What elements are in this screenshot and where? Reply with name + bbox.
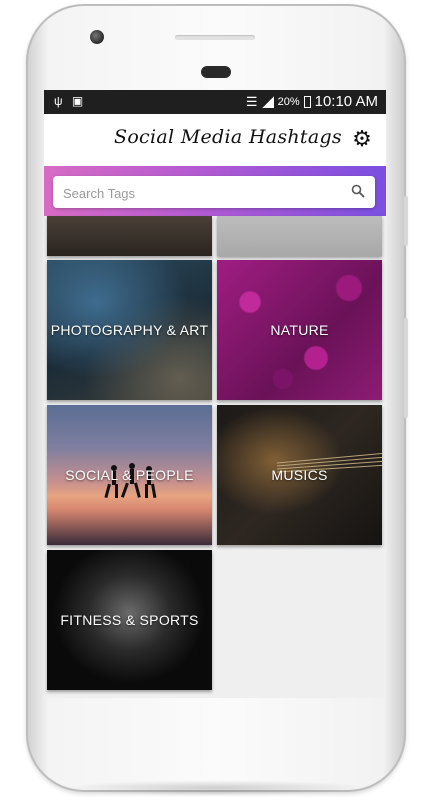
category-tile-musics[interactable]: MUSICS [217,405,382,545]
volume-button [404,196,408,246]
battery-percent: 20% [277,95,300,108]
category-tile-partial-right[interactable] [217,216,382,256]
no-sim-icon: ▣ [71,94,84,108]
category-label: FITNESS & SPORTS [60,612,199,628]
status-right: ☰ 20% 10:10 AM [246,93,378,110]
wifi-icon: ☰ [245,93,258,109]
proximity-sensor [201,66,231,78]
battery-icon [303,95,311,108]
app-title: Social Media Hashtags [114,126,342,148]
category-tile-social[interactable]: SOCIAL & PEOPLE [47,405,212,545]
earpiece-speaker [175,35,255,40]
usb-icon: ψ [54,94,63,108]
front-camera [90,30,104,44]
category-tile-fitness[interactable]: FITNESS & SPORTS [47,550,212,690]
category-tile-partial-left[interactable] [47,216,212,256]
power-button [404,318,408,418]
phone-shadow [60,780,370,796]
status-bar: ψ ▣ ☰ 20% 10:10 AM [44,90,386,114]
gear-icon[interactable]: ⚙ [350,127,374,151]
category-label: MUSICS [271,467,328,483]
category-label: PHOTOGRAPHY & ART [50,322,209,338]
search-input[interactable] [61,176,335,210]
category-label: NATURE [270,322,329,338]
status-left: ψ ▣ [54,94,83,108]
category-tile-photography[interactable]: PHOTOGRAPHY & ART [47,260,212,400]
screen: ψ ▣ ☰ 20% 10:10 AM Social Media Hashtags… [44,90,386,698]
category-label: SOCIAL & PEOPLE [65,467,194,483]
app-bar: Social Media Hashtags ⚙ [44,114,386,166]
search-box[interactable] [53,176,375,210]
status-time: 10:10 AM [314,93,378,110]
category-tile-nature[interactable]: NATURE [217,260,382,400]
signal-icon [261,95,274,108]
search-icon[interactable] [351,184,365,198]
